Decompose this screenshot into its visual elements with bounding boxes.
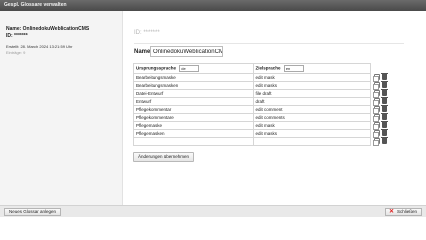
row-action-group [372,121,392,130]
copy-icon[interactable] [373,90,380,98]
target-lang-label: Zielsprache [255,65,281,71]
row-action-group [372,89,392,98]
source-lang-header: Ursprungssprache de [133,63,254,74]
source-term-cell[interactable]: Pflegemaske [133,121,254,130]
table-row: Pflegekommentare edit comments [133,113,372,122]
row-actions [372,73,392,146]
glossary-id: ID: ******* [6,33,28,39]
row-action-group [372,73,392,82]
copy-icon[interactable] [373,74,380,82]
table-row: Pflegemasken edit masks [133,129,372,138]
glossary-table: Ursprungssprache de Zielsprache en Bearb… [133,63,372,146]
copy-icon[interactable] [373,138,380,146]
row-action-group [372,113,392,122]
copy-icon[interactable] [373,106,380,114]
trash-icon[interactable] [381,73,388,80]
table-row: Entwurf draft [133,97,372,106]
target-term-cell[interactable]: edit comments [252,113,372,122]
source-term-cell[interactable]: Bearbeitungsmasken [133,81,254,90]
table-row: Pflegemaske edit mask [133,121,372,130]
copy-icon[interactable] [373,82,380,90]
new-glossary-button[interactable]: Neues Glossar anlegen [4,208,62,216]
row-action-group [372,137,392,146]
target-term-cell[interactable]: edit comment [252,105,372,114]
glossary-entries-count: Einträge: 9 [6,50,26,55]
target-term-cell[interactable] [252,137,372,146]
glossary-detail-panel: ID: ******* Name Ursprungssprache de Zie… [124,11,426,205]
trash-icon[interactable] [381,129,388,136]
target-lang-select[interactable]: en [283,65,304,72]
name-input[interactable] [150,46,223,57]
glossary-name[interactable]: Name: OnlinedokuWebIicationCMS [6,26,89,32]
source-term-cell[interactable]: Datei-Entwurf [133,89,254,98]
target-term-cell[interactable]: draft [252,97,372,106]
source-lang-select[interactable]: de [179,65,200,72]
row-action-group [372,97,392,106]
footer-bar: Neues Glossar anlegen ✕ Schließen [0,205,426,217]
table-row: Datei-Entwurf file draft [133,89,372,98]
apply-changes-button[interactable]: Änderungen übernehmen [133,152,195,162]
window-title: Gespl. Glossare verwalten [0,0,426,11]
target-term-cell[interactable]: edit masks [252,81,372,90]
source-term-cell[interactable]: Bearbeitungsmaske [133,73,254,82]
table-row: Bearbeitungsmaske edit mask [133,73,372,82]
row-action-group [372,129,392,138]
table-row: Bearbeitungsmasken edit masks [133,81,372,90]
trash-icon[interactable] [381,121,388,128]
divider [134,43,404,44]
trash-icon[interactable] [381,89,388,96]
trash-icon[interactable] [381,105,388,112]
copy-icon[interactable] [373,122,380,130]
source-lang-label: Ursprungssprache [136,65,177,71]
source-term-cell[interactable]: Entwurf [133,97,254,106]
row-action-group [372,81,392,90]
trash-icon[interactable] [381,137,388,144]
target-term-cell[interactable]: edit mask [252,73,372,82]
close-button[interactable]: ✕ Schließen [384,208,422,216]
copy-icon[interactable] [373,130,380,138]
source-term-cell[interactable]: Pflegekommentar [133,105,254,114]
copy-icon[interactable] [373,114,380,122]
copy-icon[interactable] [373,98,380,106]
trash-icon[interactable] [381,97,388,104]
name-label: Name [134,49,151,55]
table-row-empty [133,137,372,146]
row-action-group [372,105,392,114]
detail-id: ID: ******* [134,30,160,36]
table-row: Pflegekommentar edit comment [133,105,372,114]
source-term-cell[interactable] [133,137,254,146]
close-icon: ✕ [388,209,394,215]
glossary-created: Erstellt: 28. March 2024 13:21:59 Uhr [6,44,73,49]
target-lang-header: Zielsprache en [252,63,372,74]
glossary-list-panel: Name: OnlinedokuWebIicationCMS ID: *****… [0,11,123,205]
source-term-cell[interactable]: Pflegemasken [133,129,254,138]
target-term-cell[interactable]: edit mask [252,121,372,130]
target-term-cell[interactable]: file draft [252,89,372,98]
source-term-cell[interactable]: Pflegekommentare [133,113,254,122]
trash-icon[interactable] [381,81,388,88]
trash-icon[interactable] [381,113,388,120]
table-header-row: Ursprungssprache de Zielsprache en [133,63,372,74]
target-term-cell[interactable]: edit masks [252,129,372,138]
close-label: Schließen [396,209,417,214]
